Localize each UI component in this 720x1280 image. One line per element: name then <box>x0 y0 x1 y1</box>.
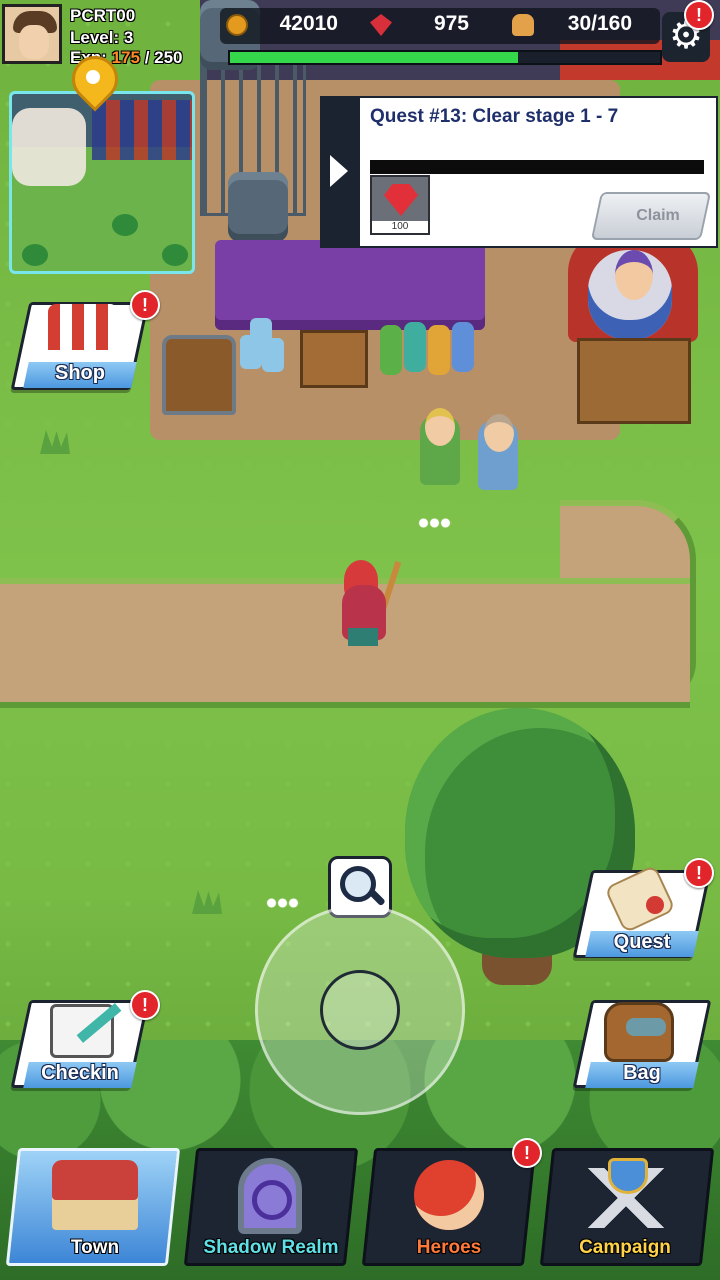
crest-icon <box>608 1158 648 1194</box>
barrel <box>228 172 288 242</box>
reward-quantity: 100 <box>372 221 428 233</box>
portal-swirl-icon <box>252 1180 292 1220</box>
exp-max: / 250 <box>144 48 183 67</box>
avatar-face <box>19 25 49 59</box>
cloth-roll <box>404 322 426 372</box>
shop-alert-badge: ! <box>130 290 160 320</box>
player-avatar[interactable] <box>2 4 62 64</box>
minimap-tents <box>92 100 192 160</box>
tab-campaign-label: Campaign <box>579 1237 671 1258</box>
treasure-chest[interactable] <box>162 335 236 415</box>
bread-icon <box>512 14 534 36</box>
shop-label: Shop <box>55 362 105 384</box>
quest-label: Quest <box>613 931 671 953</box>
gem-amount: 975 <box>433 12 469 35</box>
quest-title: Quest #13: Clear stage 1 - 7 <box>370 106 619 127</box>
market-stall-icon <box>48 304 118 350</box>
gold-amount: 42010 <box>279 12 338 35</box>
minimap-sheep-sprite <box>12 108 86 186</box>
hero-legs <box>348 628 378 646</box>
potion-table <box>215 240 485 330</box>
checkin-alert-badge: ! <box>130 990 160 1020</box>
settings-alert-badge: ! <box>684 0 714 30</box>
quest-alert-badge: ! <box>684 858 714 888</box>
exp-current: 175 <box>111 48 140 67</box>
minimap-tree <box>162 244 188 266</box>
minimap[interactable] <box>9 91 195 274</box>
stamina-amount: 30/160 <box>567 12 632 35</box>
joystick-knob[interactable] <box>320 970 400 1050</box>
tab-town-label: Town <box>70 1237 120 1258</box>
player-name: PCRT00 <box>70 6 136 25</box>
bag-label: Bag <box>623 1062 661 1084</box>
hero-head-icon <box>414 1160 484 1230</box>
town-castle-icon <box>52 1160 138 1230</box>
cloth-roll <box>380 325 402 375</box>
jar <box>250 318 272 352</box>
coin-icon <box>226 14 248 36</box>
bag-flap-icon <box>626 1018 666 1036</box>
minimap-tree <box>112 214 138 236</box>
chevron-right-icon <box>330 155 348 187</box>
claim-button-label: Claim <box>636 207 680 224</box>
merchant-head <box>615 250 653 300</box>
merchant-table <box>577 338 691 424</box>
quest-progress-bar <box>370 160 704 174</box>
crate <box>300 330 368 388</box>
flowers <box>418 515 452 531</box>
cloth-roll <box>428 325 450 375</box>
location-pin-dot <box>86 70 100 84</box>
villager-head <box>425 408 455 446</box>
heroes-alert-badge: ! <box>512 1138 542 1168</box>
player-level: Level: 3 <box>70 28 134 47</box>
flowers <box>266 895 300 911</box>
tab-heroes-label: Heroes <box>416 1237 482 1258</box>
hp-bar-fill <box>230 52 519 63</box>
minimap-tree <box>22 244 48 266</box>
tab-shadow-realm-label: Shadow Realm <box>203 1237 339 1258</box>
checkin-label: Checkin <box>41 1062 119 1084</box>
scroll-seal-icon <box>646 896 664 914</box>
hp-bar <box>228 50 662 65</box>
villager-head <box>484 414 514 452</box>
cloth-roll <box>452 322 474 372</box>
